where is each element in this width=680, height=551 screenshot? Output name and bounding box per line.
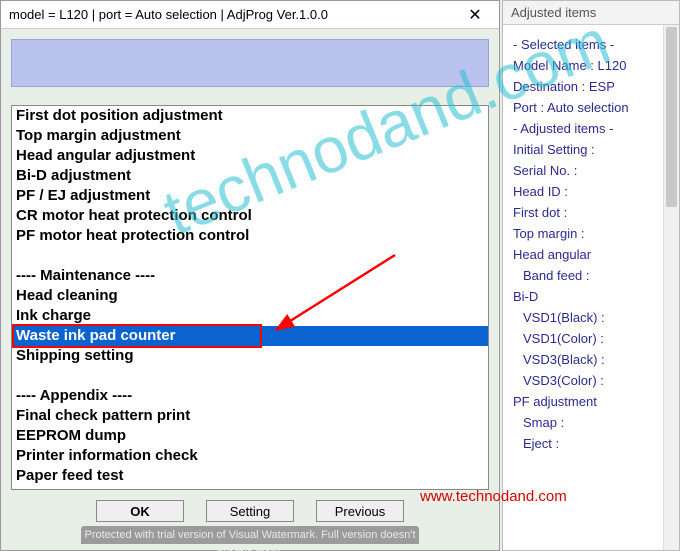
titlebar: model = L120 | port = Auto selection | A… xyxy=(1,1,499,29)
list-item[interactable]: PF / EJ adjustment xyxy=(12,186,488,206)
list-item[interactable]: PF motor heat protection control xyxy=(12,226,488,246)
first-dot: First dot : xyxy=(513,205,669,220)
vsd3-color: VSD3(Color) : xyxy=(513,373,669,388)
side-scrollbar-thumb[interactable] xyxy=(666,27,677,207)
listbox-wrap: First dot position adjustmentTop margin … xyxy=(11,105,489,490)
head-id: Head ID : xyxy=(513,184,669,199)
vsd3-black: VSD3(Black) : xyxy=(513,352,669,367)
list-item[interactable]: Paper feed test xyxy=(12,466,488,486)
top-margin: Top margin : xyxy=(513,226,669,241)
list-item[interactable]: CR motor heat protection control xyxy=(12,206,488,226)
list-item[interactable]: Top margin adjustment xyxy=(12,126,488,146)
list-item[interactable]: Ink charge xyxy=(12,306,488,326)
side-panel-body: - Selected items - Model Name : L120 Des… xyxy=(503,25,679,550)
band-feed: Band feed : xyxy=(513,268,669,283)
list-item[interactable]: Waste ink pad counter xyxy=(12,326,488,346)
trial-watermark-bar: Protected with trial version of Visual W… xyxy=(81,526,419,544)
list-item[interactable]: Head angular adjustment xyxy=(12,146,488,166)
model-name: Model Name : L120 xyxy=(513,58,669,73)
client-area: First dot position adjustmentTop margin … xyxy=(1,29,499,550)
list-item[interactable]: Printer information check xyxy=(12,446,488,466)
list-item[interactable]: Bi-D adjustment xyxy=(12,166,488,186)
destination: Destination : ESP xyxy=(513,79,669,94)
serial-no: Serial No. : xyxy=(513,163,669,178)
previous-button[interactable]: Previous xyxy=(316,500,404,522)
main-window: model = L120 | port = Auto selection | A… xyxy=(0,0,500,551)
head-angular: Head angular xyxy=(513,247,669,262)
pf-adjustment: PF adjustment xyxy=(513,394,669,409)
eject: Eject : xyxy=(513,436,669,451)
side-panel: Adjusted items - Selected items - Model … xyxy=(502,0,680,551)
list-item[interactable] xyxy=(12,366,488,386)
adjustment-listbox[interactable]: First dot position adjustmentTop margin … xyxy=(12,106,488,489)
list-item[interactable] xyxy=(12,246,488,266)
adjusted-items-header: - Adjusted items - xyxy=(513,121,669,136)
selected-items-header: - Selected items - xyxy=(513,37,669,52)
ok-button[interactable]: OK xyxy=(96,500,184,522)
list-item[interactable]: Shipping setting xyxy=(12,346,488,366)
button-row: OK Setting Previous xyxy=(11,490,489,526)
initial-setting: Initial Setting : xyxy=(513,142,669,157)
bi-d: Bi-D xyxy=(513,289,669,304)
setting-button[interactable]: Setting xyxy=(206,500,294,522)
list-item[interactable]: Head cleaning xyxy=(12,286,488,306)
list-item[interactable]: Final check pattern print xyxy=(12,406,488,426)
vsd1-color: VSD1(Color) : xyxy=(513,331,669,346)
port: Port : Auto selection xyxy=(513,100,669,115)
side-scrollbar[interactable] xyxy=(663,25,679,550)
list-item[interactable]: ---- Appendix ---- xyxy=(12,386,488,406)
smap: Smap : xyxy=(513,415,669,430)
close-button[interactable]: ✕ xyxy=(457,4,493,26)
list-item[interactable]: EEPROM dump xyxy=(12,426,488,446)
list-item[interactable]: First dot position adjustment xyxy=(12,106,488,126)
banner xyxy=(11,39,489,87)
list-item[interactable]: ---- Maintenance ---- xyxy=(12,266,488,286)
window-title: model = L120 | port = Auto selection | A… xyxy=(9,7,328,22)
vsd1-black: VSD1(Black) : xyxy=(513,310,669,325)
side-panel-title: Adjusted items xyxy=(503,1,679,25)
